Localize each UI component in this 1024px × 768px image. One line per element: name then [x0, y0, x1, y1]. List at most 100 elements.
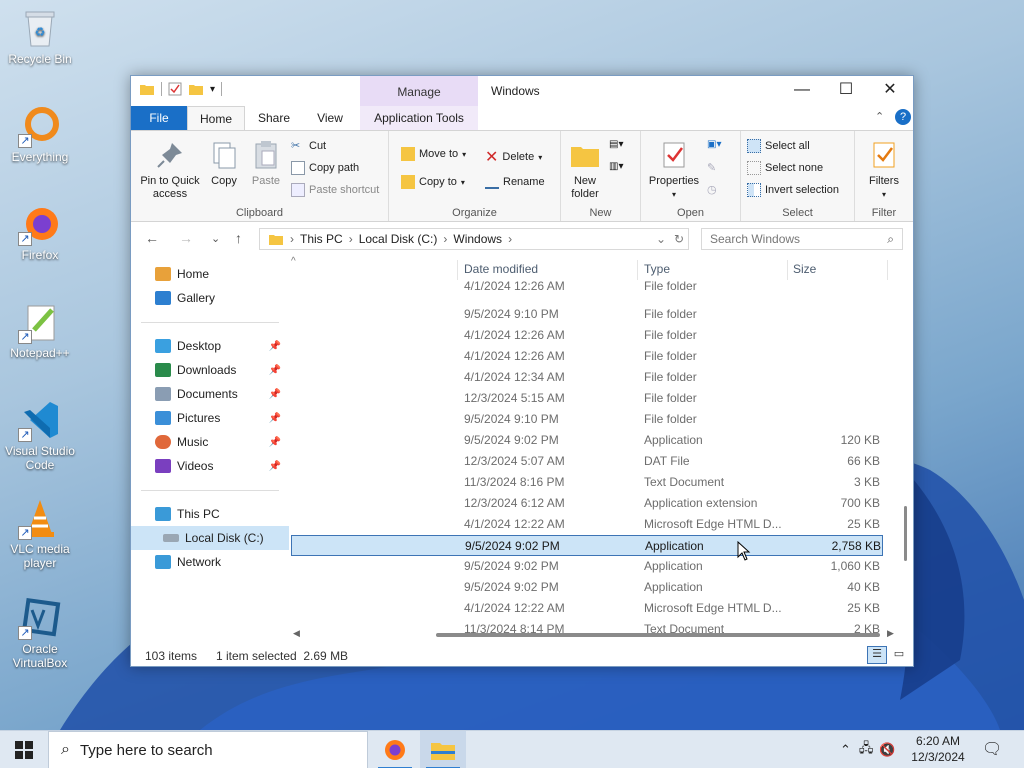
nav-item-pictures[interactable]: Pictures 📌 [131, 406, 289, 430]
column-header-size[interactable]: Size [793, 262, 816, 276]
up-arrow-icon[interactable]: ↑ [235, 230, 242, 246]
desktop-icon-virtualbox[interactable]: ↗ Oracle VirtualBox [4, 596, 76, 670]
scroll-thumb[interactable] [436, 633, 880, 637]
new-item-icon[interactable]: ▤▾ [609, 139, 623, 150]
table-row[interactable]: 9/5/2024 9:10 PM File folder [291, 304, 883, 325]
scroll-left-icon[interactable]: ◀ [293, 628, 300, 639]
search-input[interactable]: Search Windows ⌕ [701, 228, 903, 250]
table-row[interactable]: 9/5/2024 9:02 PM Application 40 KB [291, 577, 883, 598]
table-row[interactable]: 9/5/2024 9:02 PM Application 120 KB [291, 430, 883, 451]
filters-button[interactable]: Filters ▾ [861, 135, 907, 201]
select-none-button[interactable]: Select none [747, 161, 823, 175]
desktop-icon-notepadpp[interactable]: ↗ Notepad++ [4, 300, 76, 360]
new-folder-qat-icon[interactable] [188, 82, 204, 96]
network-status-icon[interactable]: 🖧 [859, 739, 874, 761]
new-folder-button[interactable]: New folder [565, 135, 605, 201]
table-row[interactable]: 9/5/2024 9:02 PM Application 2,758 KB [291, 535, 883, 556]
nav-item-downloads[interactable]: Downloads 📌 [131, 358, 289, 382]
invert-selection-button[interactable]: Invert selection [747, 183, 839, 197]
table-row[interactable]: 9/5/2024 9:02 PM Application 1,060 KB [291, 556, 883, 577]
minimize-button[interactable]: — [779, 76, 825, 106]
table-row[interactable]: 12/3/2024 5:15 AM File folder [291, 388, 883, 409]
table-row[interactable]: 4/1/2024 12:22 AM Microsoft Edge HTML D..… [291, 514, 883, 535]
properties-button[interactable]: Properties ▾ [645, 135, 703, 201]
forward-arrow-icon[interactable]: → [179, 230, 193, 246]
show-hidden-icons-icon[interactable]: ⌃ [840, 742, 851, 758]
vertical-scrollbar[interactable] [899, 256, 913, 626]
table-row[interactable]: 4/1/2024 12:34 AM File folder [291, 367, 883, 388]
address-bar[interactable]: › This PC › Local Disk (C:) › Windows › … [259, 228, 689, 250]
copy-path-button[interactable]: Copy path [291, 161, 359, 175]
history-icon[interactable]: ◷ [707, 183, 717, 196]
collapse-ribbon-icon[interactable]: ⌃ [875, 110, 884, 123]
desktop-icon-everything[interactable]: ↗ Everything [4, 104, 76, 164]
taskbar-search-box[interactable]: ⌕ Type here to search [48, 731, 368, 768]
properties-qat-icon[interactable] [168, 82, 182, 96]
breadcrumb-this-pc[interactable]: This PC [300, 232, 343, 246]
table-row[interactable]: 4/1/2024 12:26 AM File folder [291, 325, 883, 346]
start-button[interactable] [0, 731, 48, 768]
tab-manage[interactable]: Manage [360, 76, 478, 106]
copy-to-button[interactable]: Copy to ▾ [401, 175, 465, 189]
recent-locations-icon[interactable]: ⌄ [211, 232, 220, 245]
desktop-icon-vscode[interactable]: ↗ Visual Studio Code [4, 398, 76, 472]
paste-shortcut-button[interactable]: Paste shortcut [291, 183, 379, 197]
table-row[interactable]: 12/3/2024 5:07 AM DAT File 66 KB [291, 451, 883, 472]
nav-item-gallery[interactable]: Gallery [131, 286, 289, 310]
table-row[interactable]: 9/5/2024 9:10 PM File folder [291, 409, 883, 430]
table-row[interactable]: 11/3/2024 8:16 PM Text Document 3 KB [291, 472, 883, 493]
pin-quick-access-button[interactable]: Pin to Quick access [135, 135, 205, 201]
delete-button[interactable]: ✕ Delete ▾ [485, 147, 542, 167]
cut-button[interactable]: ✂ Cut [291, 139, 326, 153]
tab-home[interactable]: Home [187, 106, 245, 130]
column-header-date[interactable]: Date modified [464, 262, 538, 276]
back-arrow-icon[interactable]: ← [145, 230, 159, 246]
tab-application-tools[interactable]: Application Tools [360, 106, 478, 130]
select-all-button[interactable]: Select all [747, 139, 810, 153]
desktop-icon-vlc[interactable]: ↗ VLC media player [4, 496, 76, 570]
edit-icon[interactable]: ✎ [707, 161, 716, 174]
rename-button[interactable]: Rename [485, 175, 545, 189]
close-button[interactable]: ✕ [867, 76, 913, 106]
breadcrumb-windows[interactable]: Windows [453, 232, 502, 246]
paste-button[interactable]: Paste [247, 135, 285, 188]
qat-dropdown-icon[interactable]: ▾ [210, 84, 215, 95]
table-row[interactable]: 12/3/2024 6:12 AM Application extension 70… [291, 493, 883, 514]
large-icons-view-icon[interactable]: ▭ [891, 647, 907, 663]
horizontal-scrollbar[interactable]: ◀ ▶ [291, 628, 899, 642]
nav-item-this-pc[interactable]: This PC [131, 502, 289, 526]
taskbar-firefox[interactable] [372, 731, 418, 768]
breadcrumb-local-disk[interactable]: Local Disk (C:) [359, 232, 438, 246]
move-to-button[interactable]: Move to ▾ [401, 147, 466, 161]
table-row[interactable]: 4/1/2024 12:22 AM Microsoft Edge HTML D..… [291, 598, 883, 619]
nav-item-documents[interactable]: Documents 📌 [131, 382, 289, 406]
nav-item-network[interactable]: Network [131, 550, 289, 574]
nav-item-home[interactable]: Home [131, 262, 289, 286]
maximize-button[interactable]: ☐ [823, 76, 869, 106]
nav-item-videos[interactable]: Videos 📌 [131, 454, 289, 478]
tab-file[interactable]: File [131, 106, 187, 130]
copy-button[interactable]: Copy [205, 135, 243, 188]
desktop-icon-firefox[interactable]: ↗ Firefox [4, 202, 76, 262]
nav-item-desktop[interactable]: Desktop 📌 [131, 334, 289, 358]
nav-item-music[interactable]: Music 📌 [131, 430, 289, 454]
tab-view[interactable]: View [303, 106, 357, 130]
tab-share[interactable]: Share [249, 106, 299, 130]
refresh-icon[interactable]: ↻ [674, 232, 684, 246]
open-icon[interactable]: ▣▾ [707, 139, 721, 150]
clock[interactable]: 6:20 AM 12/3/2024 [900, 733, 976, 765]
taskbar-file-explorer[interactable] [420, 731, 466, 768]
details-view-icon[interactable]: ☰ [867, 646, 887, 664]
notifications-icon[interactable]: 🗨 [982, 739, 1002, 759]
volume-muted-icon[interactable]: 🔇 [879, 742, 895, 758]
column-header-type[interactable]: Type [644, 262, 670, 276]
scroll-thumb[interactable] [904, 506, 907, 561]
table-row[interactable]: 4/1/2024 12:26 AM File folder [291, 276, 883, 297]
address-dropdown-icon[interactable]: ⌄ [656, 232, 666, 246]
scroll-right-icon[interactable]: ▶ [887, 628, 894, 639]
table-row[interactable]: 4/1/2024 12:26 AM File folder [291, 346, 883, 367]
easy-access-icon[interactable]: ▥▾ [609, 161, 623, 172]
nav-item-local-disk[interactable]: Local Disk (C:) [131, 526, 289, 550]
help-icon[interactable]: ? [895, 109, 911, 125]
desktop-icon-recycle-bin[interactable]: ♻ Recycle Bin [4, 6, 76, 66]
